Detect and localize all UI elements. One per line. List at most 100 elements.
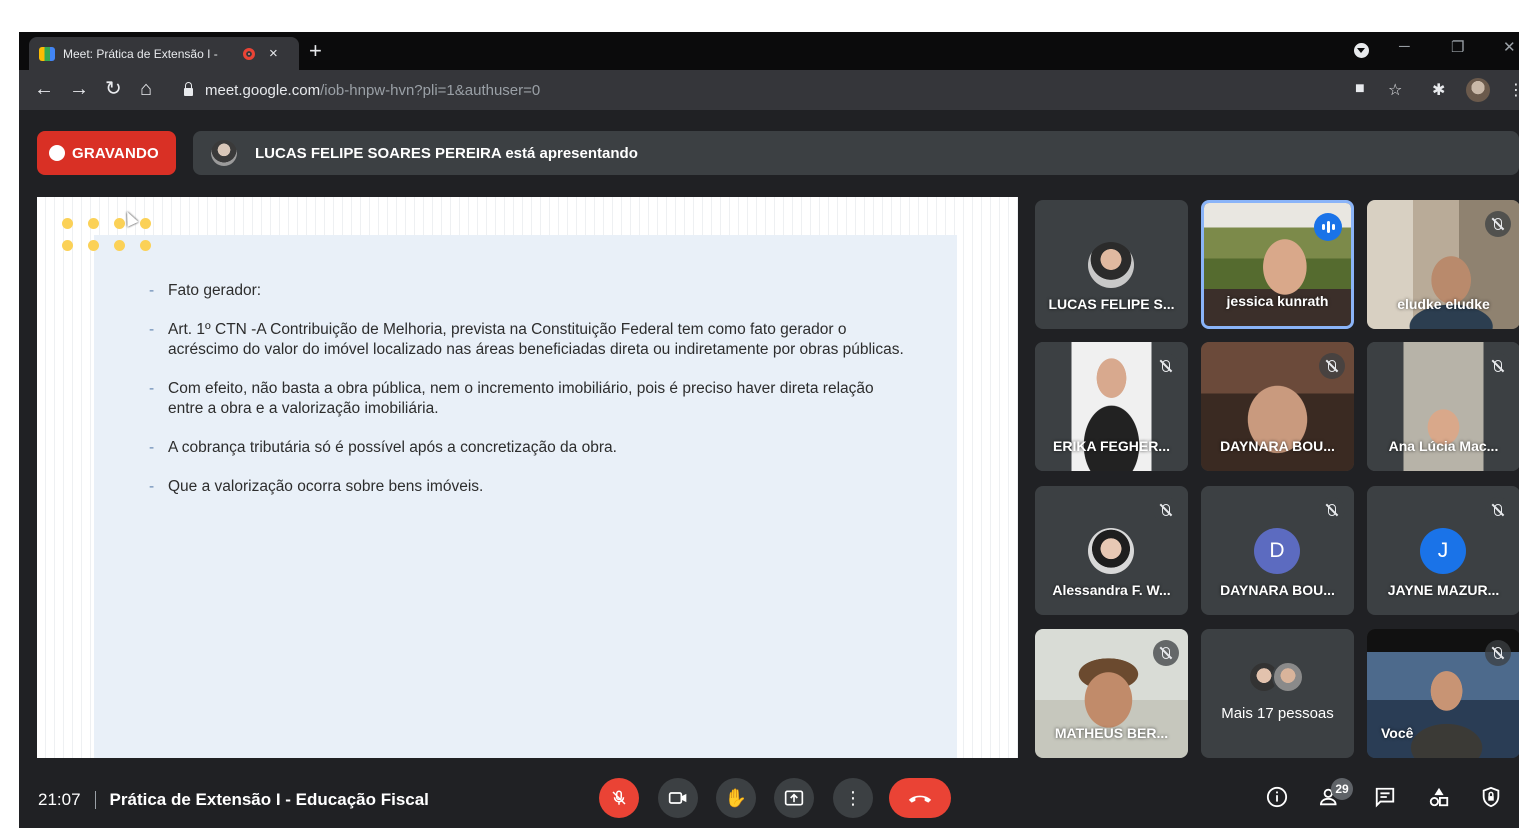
participant-name: Alessandra F. W...	[1052, 582, 1171, 598]
more-vert-icon: ⋮	[844, 787, 862, 808]
presenter-banner: LUCAS FELIPE SOARES PEREIRA está apresen…	[193, 131, 1519, 175]
participant-name: DAYNARA BOU...	[1220, 582, 1335, 598]
present-screen-button[interactable]	[774, 778, 814, 818]
slide-bullet: - Art. 1º CTN -A Contribuição de Melhoria…	[149, 321, 904, 358]
participant-tile[interactable]: ERIKA FEGHER...	[1035, 342, 1188, 471]
recording-indicator-icon	[243, 47, 255, 60]
leave-call-button[interactable]	[889, 778, 951, 818]
back-icon[interactable]: ←	[34, 78, 54, 100]
participant-name: LUCAS FELIPE S...	[1048, 296, 1175, 312]
participant-tile[interactable]: DAYNARA BOU...	[1201, 342, 1354, 471]
participant-name: jessica kunrath	[1226, 293, 1329, 309]
host-controls-button[interactable]	[1477, 783, 1505, 811]
participant-name: eludke eludke	[1397, 296, 1490, 312]
recording-label: GRAVANDO	[72, 144, 159, 162]
participant-tile[interactable]: MATHEUS BER...	[1035, 629, 1188, 758]
microphone-toggle-button[interactable]	[599, 778, 639, 818]
mic-off-icon	[612, 790, 626, 805]
presenter-avatar	[211, 140, 237, 166]
bookmark-star-icon[interactable]: ☆	[1388, 80, 1402, 100]
more-participants-tile[interactable]: Mais 17 pessoas	[1201, 629, 1354, 758]
present-icon	[784, 790, 804, 806]
self-view-tile[interactable]: Você	[1367, 629, 1519, 758]
participant-name: ERIKA FEGHER...	[1053, 438, 1170, 454]
browser-window: Meet: Prática de Extensão I - × + ─ ❐ ✕ …	[19, 32, 1519, 828]
meet-favicon-icon	[39, 46, 55, 61]
meeting-info: 21:07 Prática de Extensão I - Educação F…	[38, 790, 429, 810]
speaking-indicator-icon	[1314, 213, 1342, 241]
participant-name: JAYNE MAZUR...	[1387, 582, 1500, 598]
participant-avatar	[1088, 528, 1134, 574]
participant-tile[interactable]: D DAYNARA BOU...	[1201, 486, 1354, 615]
mic-off-icon	[1485, 211, 1511, 237]
menu-icon[interactable]: ⋮	[1508, 80, 1519, 100]
participant-avatar	[1088, 242, 1134, 288]
slide-bullet: -A cobrança tributária só é possível apó…	[149, 439, 617, 456]
mic-off-icon	[1319, 353, 1345, 379]
extensions-icon[interactable]: ✱	[1432, 80, 1445, 100]
shield-lock-icon	[1482, 786, 1500, 808]
recording-badge[interactable]: GRAVANDO	[37, 131, 176, 175]
participant-tile[interactable]: Alessandra F. W...	[1035, 486, 1188, 615]
participant-initial-avatar: J	[1420, 528, 1466, 574]
more-options-button[interactable]: ⋮	[833, 778, 873, 818]
participant-tile[interactable]: J JAYNE MAZUR...	[1367, 486, 1519, 615]
participant-name: MATHEUS BER...	[1054, 725, 1169, 741]
mic-off-icon	[1485, 497, 1511, 523]
activities-button[interactable]	[1425, 783, 1453, 811]
presenter-text: LUCAS FELIPE SOARES PEREIRA está apresen…	[255, 144, 638, 162]
camera-toggle-button[interactable]	[658, 778, 698, 818]
mic-off-icon	[1153, 497, 1179, 523]
participant-tile[interactable]: jessica kunrath	[1201, 200, 1354, 329]
lock-icon[interactable]	[184, 82, 193, 96]
new-tab-button[interactable]: +	[309, 38, 322, 64]
raise-hand-button[interactable]: ✋	[716, 778, 756, 818]
profile-avatar[interactable]	[1466, 78, 1490, 102]
mic-off-icon	[1485, 353, 1511, 379]
people-count-badge: 29	[1331, 778, 1353, 800]
mic-off-icon	[1319, 497, 1345, 523]
meet-page: GRAVANDO LUCAS FELIPE SOARES PEREIRA est…	[19, 110, 1519, 828]
restore-icon[interactable]: ❐	[1451, 38, 1464, 56]
meeting-title: Prática de Extensão I - Educação Fiscal	[109, 790, 429, 809]
participant-name: Ana Lúcia Mac...	[1388, 438, 1499, 454]
home-icon[interactable]: ⌂	[140, 78, 152, 100]
tab-close-icon[interactable]: ×	[269, 45, 278, 62]
recording-dot-icon	[49, 145, 65, 161]
mic-off-icon	[1153, 640, 1179, 666]
meeting-controls-bar: 21:07 Prática de Extensão I - Educação F…	[19, 770, 1519, 828]
camera-icon	[668, 792, 687, 804]
hangup-icon	[908, 795, 932, 803]
participant-initial-avatar: D	[1254, 528, 1300, 574]
browser-toolbar: ← → ↻ ⌂ meet.google.com /iob-hnpw-hvn?pl…	[19, 70, 1519, 110]
url-path: /iob-hnpw-hvn?pli=1&authuser=0	[320, 81, 541, 99]
participant-tile[interactable]: eludke eludke	[1367, 200, 1519, 329]
participant-tile[interactable]: LUCAS FELIPE S...	[1035, 200, 1188, 329]
slide-bullet: - Que a valorização ocorra sobre bens imó…	[149, 478, 484, 495]
meeting-details-button[interactable]	[1263, 783, 1291, 811]
hand-icon: ✋	[724, 787, 748, 808]
camera-in-use-icon[interactable]: ■	[1355, 80, 1365, 98]
decorative-dots	[62, 218, 162, 258]
tab-title: Meet: Prática de Extensão I -	[63, 46, 218, 61]
close-window-icon[interactable]: ✕	[1503, 38, 1516, 56]
tab-strip: Meet: Prática de Extensão I - × + ─ ❐ ✕	[19, 32, 1519, 70]
address-bar[interactable]: meet.google.com /iob-hnpw-hvn?pli=1&auth…	[174, 75, 1354, 105]
participant-tile[interactable]: Ana Lúcia Mac...	[1367, 342, 1519, 471]
browser-tab[interactable]: Meet: Prática de Extensão I - ×	[29, 37, 299, 70]
more-participants-avatars	[1248, 661, 1308, 693]
chat-icon	[1375, 787, 1395, 808]
tab-search-icon[interactable]	[1354, 43, 1369, 58]
minimize-icon[interactable]: ─	[1399, 38, 1410, 55]
slide-bullet: - Com efeito, não basta a obra pública, n…	[149, 380, 874, 417]
url-host: meet.google.com	[205, 81, 321, 99]
slide-bullet-list: - Fato gerador: - Art. 1º CTN -A Contribui…	[149, 281, 909, 516]
mic-off-icon	[1153, 353, 1179, 379]
reload-icon[interactable]: ↻	[105, 78, 122, 100]
chat-button[interactable]	[1371, 783, 1399, 811]
meeting-time: 21:07	[38, 790, 81, 809]
participant-name: Você	[1381, 725, 1414, 741]
more-participants-label: Mais 17 pessoas	[1221, 705, 1334, 722]
forward-icon[interactable]: →	[69, 78, 89, 100]
info-icon	[1266, 786, 1288, 808]
